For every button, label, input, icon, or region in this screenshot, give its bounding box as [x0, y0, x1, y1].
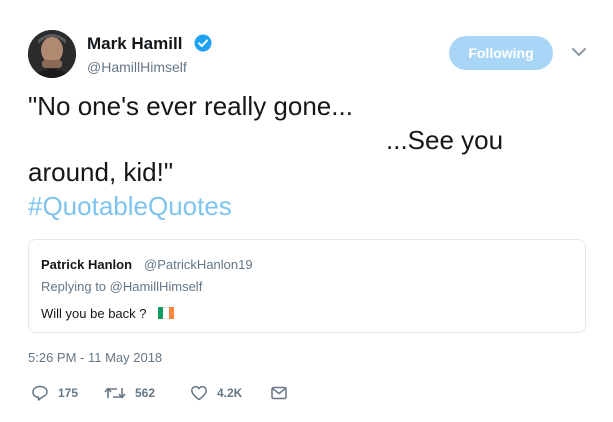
chevron-down-icon[interactable] — [571, 46, 587, 58]
tweet-text-line: ...See you — [386, 125, 504, 155]
tweet-card: Mark Hamill @HamillHimself Following "No… — [0, 0, 613, 422]
quoted-tweet[interactable]: Patrick Hanlon @PatrickHanlon19 Replying… — [28, 239, 586, 333]
replying-to-handle[interactable]: @HamillHimself — [110, 279, 203, 294]
retweet-icon — [104, 387, 126, 399]
replying-prefix: Replying to — [41, 279, 110, 294]
reply-count: 175 — [58, 386, 79, 400]
following-button[interactable]: Following — [449, 36, 553, 70]
author-handle[interactable]: @HamillHimself — [87, 58, 187, 76]
replying-to: Replying to @HamillHimself — [41, 279, 202, 294]
like-button[interactable]: 4.2K — [190, 384, 242, 402]
direct-message-button[interactable] — [270, 384, 288, 402]
author-name[interactable]: Mark Hamill — [87, 34, 182, 54]
tweet-text-line: around, kid!" — [28, 157, 174, 187]
retweet-button[interactable]: 562 — [104, 384, 155, 402]
quoted-tweet-text: Will you be back ? — [41, 306, 147, 321]
hashtag-link[interactable]: #QuotableQuotes — [28, 190, 232, 222]
reply-button[interactable]: 175 — [31, 384, 78, 402]
quoted-author-name: Patrick Hanlon — [41, 257, 133, 272]
like-icon — [191, 385, 207, 401]
verified-badge-icon — [194, 34, 212, 52]
quoted-author-handle: @PatrickHanlon19 — [144, 257, 253, 272]
like-count: 4.2K — [217, 386, 243, 400]
avatar[interactable] — [28, 30, 76, 78]
retweet-count: 562 — [135, 386, 156, 400]
reply-icon — [32, 385, 48, 401]
message-icon — [271, 386, 287, 400]
tweet-text-line: "No one's ever really gone... — [28, 91, 353, 121]
ireland-flag-icon — [158, 307, 174, 319]
tweet-timestamp[interactable]: 5:26 PM - 11 May 2018 — [28, 350, 162, 365]
